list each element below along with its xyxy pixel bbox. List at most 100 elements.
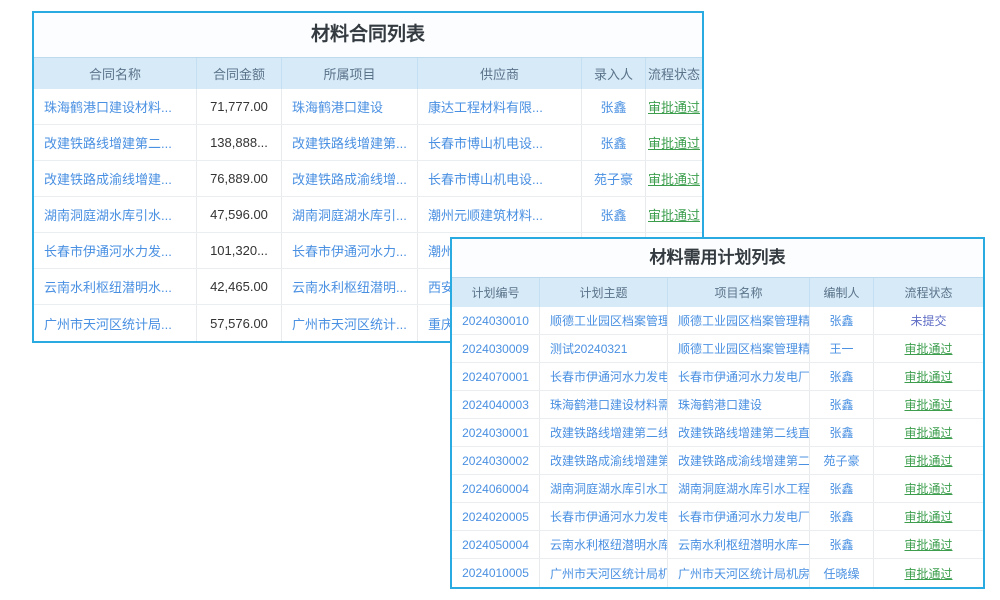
cell-flow-status[interactable]: 未提交 — [874, 307, 983, 334]
cell-contract-name[interactable]: 广州市天河区统计局... — [34, 305, 197, 341]
cell-compiler-name: 张鑫 — [810, 531, 874, 558]
cell-supplier-name[interactable]: 长春市博山机电设... — [418, 125, 582, 160]
cell-contract-amount: 138,888... — [197, 125, 282, 160]
cell-contract-name[interactable]: 长春市伊通河水力发... — [34, 233, 197, 268]
cell-compiler-name: 任晓缲 — [810, 559, 874, 587]
cell-project-name[interactable]: 长春市伊通河水力发电厂... — [668, 503, 810, 530]
cell-flow-status[interactable]: 审批通过 — [874, 531, 983, 558]
cell-entry-person: 苑子豪 — [582, 161, 646, 196]
column-header-contract-name: 合同名称 — [34, 58, 197, 89]
plan-table-body: 2024030010顺德工业园区档案管理...顺德工业园区档案管理精...张鑫未… — [452, 307, 983, 587]
cell-plan-number[interactable]: 2024030010 — [452, 307, 540, 334]
cell-plan-number[interactable]: 2024050004 — [452, 531, 540, 558]
cell-project-name[interactable]: 云南水利枢纽潜明水库一... — [668, 531, 810, 558]
cell-project-name[interactable]: 湖南洞庭湖水库引水工程... — [668, 475, 810, 502]
cell-project-name[interactable]: 顺德工业园区档案管理精... — [668, 307, 810, 334]
column-header-plan-subject: 计划主题 — [540, 278, 668, 307]
cell-flow-status[interactable]: 审批通过 — [874, 363, 983, 390]
cell-project-name[interactable]: 珠海鹤港口建设 — [668, 391, 810, 418]
cell-project-name[interactable]: 珠海鹤港口建设 — [282, 89, 418, 124]
cell-project-name[interactable]: 改建铁路线增建第二线直... — [668, 419, 810, 446]
cell-entry-person: 张鑫 — [582, 89, 646, 124]
cell-contract-name[interactable]: 珠海鹤港口建设材料... — [34, 89, 197, 124]
cell-flow-status[interactable]: 审批通过 — [874, 335, 983, 362]
cell-project-name[interactable]: 改建铁路线增建第... — [282, 125, 418, 160]
column-header-project-name: 项目名称 — [668, 278, 810, 307]
cell-contract-amount: 76,889.00 — [197, 161, 282, 196]
cell-plan-subject[interactable]: 改建铁路成渝线增建第... — [540, 447, 668, 474]
table-row: 2024030001改建铁路线增建第二线...改建铁路线增建第二线直...张鑫审… — [452, 419, 983, 447]
cell-project-name[interactable]: 长春市伊通河水力发电厂... — [668, 363, 810, 390]
cell-entry-person: 张鑫 — [582, 197, 646, 232]
cell-plan-number[interactable]: 2024010005 — [452, 559, 540, 587]
table-row: 2024070001长春市伊通河水力发电...长春市伊通河水力发电厂...张鑫审… — [452, 363, 983, 391]
cell-contract-amount: 42,465.00 — [197, 269, 282, 304]
dashboard-canvas: 材料合同列表 合同名称合同金额所属项目供应商录入人流程状态 珠海鹤港口建设材料.… — [0, 0, 1000, 600]
cell-plan-number[interactable]: 2024030001 — [452, 419, 540, 446]
table-row: 2024020005长春市伊通河水力发电...长春市伊通河水力发电厂...张鑫审… — [452, 503, 983, 531]
cell-entry-person: 张鑫 — [582, 125, 646, 160]
contract-list-title: 材料合同列表 — [34, 13, 702, 57]
cell-contract-amount: 71,777.00 — [197, 89, 282, 124]
cell-compiler-name: 王一 — [810, 335, 874, 362]
cell-compiler-name: 张鑫 — [810, 503, 874, 530]
cell-flow-status[interactable]: 审批通过 — [874, 391, 983, 418]
cell-plan-subject[interactable]: 广州市天河区统计局机... — [540, 559, 668, 587]
table-row: 2024030002改建铁路成渝线增建第...改建铁路成渝线增建第二...苑子豪… — [452, 447, 983, 475]
column-header-project-name: 所属项目 — [282, 58, 418, 89]
cell-project-name[interactable]: 改建铁路成渝线增建第二... — [668, 447, 810, 474]
cell-plan-subject[interactable]: 长春市伊通河水力发电... — [540, 503, 668, 530]
column-header-flow-status: 流程状态 — [874, 278, 983, 307]
cell-flow-status[interactable]: 审批通过 — [874, 559, 983, 587]
cell-contract-name[interactable]: 云南水利枢纽潜明水... — [34, 269, 197, 304]
cell-compiler-name: 张鑫 — [810, 391, 874, 418]
cell-plan-number[interactable]: 2024070001 — [452, 363, 540, 390]
cell-contract-name[interactable]: 改建铁路线增建第二... — [34, 125, 197, 160]
table-row: 2024010005广州市天河区统计局机...广州市天河区统计局机房...任晓缲… — [452, 559, 983, 587]
cell-project-name[interactable]: 云南水利枢纽潜明... — [282, 269, 418, 304]
cell-flow-status[interactable]: 审批通过 — [874, 419, 983, 446]
cell-project-name[interactable]: 顺德工业园区档案管理精... — [668, 335, 810, 362]
table-row: 改建铁路成渝线增建...76,889.00改建铁路成渝线增...长春市博山机电设… — [34, 161, 702, 197]
cell-plan-subject[interactable]: 长春市伊通河水力发电... — [540, 363, 668, 390]
cell-contract-amount: 101,320... — [197, 233, 282, 268]
cell-project-name[interactable]: 广州市天河区统计... — [282, 305, 418, 341]
cell-plan-number[interactable]: 2024030002 — [452, 447, 540, 474]
cell-plan-subject[interactable]: 测试20240321 — [540, 335, 668, 362]
cell-plan-subject[interactable]: 云南水利枢纽潜明水库... — [540, 531, 668, 558]
cell-flow-status[interactable]: 审批通过 — [874, 447, 983, 474]
cell-project-name[interactable]: 长春市伊通河水力... — [282, 233, 418, 268]
cell-flow-status[interactable]: 审批通过 — [646, 125, 702, 160]
cell-supplier-name[interactable]: 康达工程材料有限... — [418, 89, 582, 124]
cell-plan-subject[interactable]: 顺德工业园区档案管理... — [540, 307, 668, 334]
cell-flow-status[interactable]: 审批通过 — [646, 89, 702, 124]
cell-compiler-name: 张鑫 — [810, 363, 874, 390]
cell-plan-subject[interactable]: 改建铁路线增建第二线... — [540, 419, 668, 446]
cell-project-name[interactable]: 广州市天河区统计局机房... — [668, 559, 810, 587]
table-row: 珠海鹤港口建设材料...71,777.00珠海鹤港口建设康达工程材料有限...张… — [34, 89, 702, 125]
cell-plan-number[interactable]: 2024030009 — [452, 335, 540, 362]
cell-project-name[interactable]: 改建铁路成渝线增... — [282, 161, 418, 196]
table-row: 改建铁路线增建第二...138,888...改建铁路线增建第...长春市博山机电… — [34, 125, 702, 161]
contract-table-header: 合同名称合同金额所属项目供应商录入人流程状态 — [34, 57, 702, 89]
cell-flow-status[interactable]: 审批通过 — [874, 503, 983, 530]
cell-flow-status[interactable]: 审批通过 — [874, 475, 983, 502]
cell-flow-status[interactable]: 审批通过 — [646, 161, 702, 196]
cell-supplier-name[interactable]: 长春市博山机电设... — [418, 161, 582, 196]
cell-plan-number[interactable]: 2024020005 — [452, 503, 540, 530]
plan-table-header: 计划编号计划主题项目名称编制人流程状态 — [452, 277, 983, 307]
cell-plan-number[interactable]: 2024060004 — [452, 475, 540, 502]
cell-contract-name[interactable]: 湖南洞庭湖水库引水... — [34, 197, 197, 232]
cell-supplier-name[interactable]: 潮州元顺建筑材料... — [418, 197, 582, 232]
table-row: 2024030010顺德工业园区档案管理...顺德工业园区档案管理精...张鑫未… — [452, 307, 983, 335]
cell-compiler-name: 张鑫 — [810, 419, 874, 446]
cell-plan-number[interactable]: 2024040003 — [452, 391, 540, 418]
cell-contract-amount: 57,576.00 — [197, 305, 282, 341]
cell-project-name[interactable]: 湖南洞庭湖水库引... — [282, 197, 418, 232]
cell-flow-status[interactable]: 审批通过 — [646, 197, 702, 232]
column-header-compiler-name: 编制人 — [810, 278, 874, 307]
cell-plan-subject[interactable]: 珠海鹤港口建设材料需... — [540, 391, 668, 418]
cell-contract-name[interactable]: 改建铁路成渝线增建... — [34, 161, 197, 196]
cell-plan-subject[interactable]: 湖南洞庭湖水库引水工... — [540, 475, 668, 502]
table-row: 湖南洞庭湖水库引水...47,596.00湖南洞庭湖水库引...潮州元顺建筑材料… — [34, 197, 702, 233]
